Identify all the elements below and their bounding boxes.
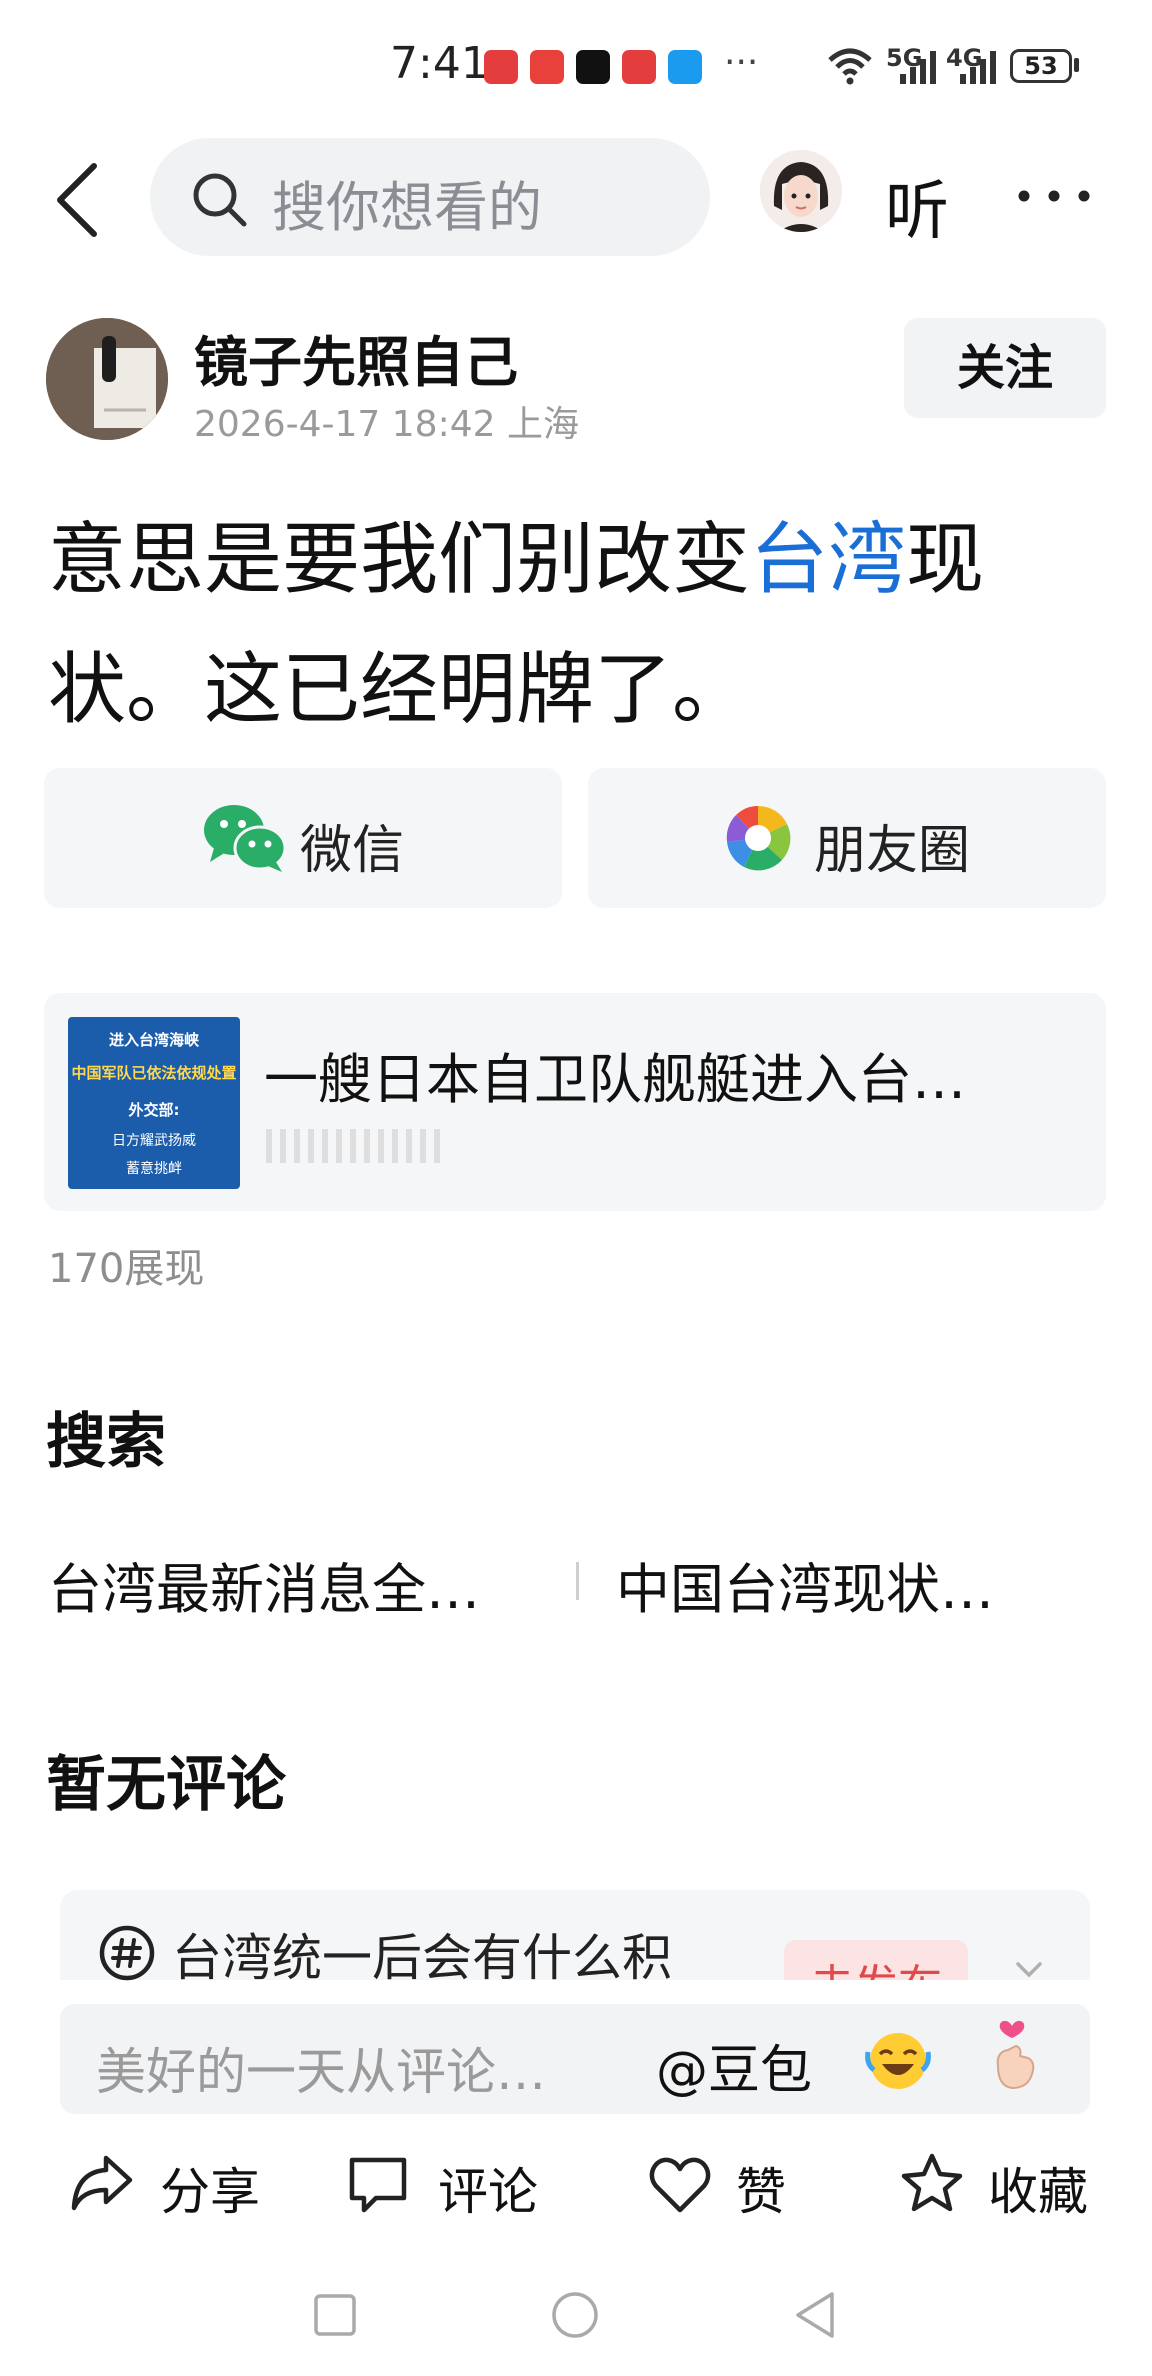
moments-icon — [726, 805, 791, 871]
linked-article-title: 一艘日本自卫队舰艇进入台… — [264, 1048, 966, 1111]
thumb-line-4: 日方耀武扬威 — [112, 1133, 196, 1149]
publish-button[interactable]: 去发布 — [784, 1940, 968, 1980]
comments-section-title: 暂无评论 — [46, 1750, 286, 1820]
signal-5g-icon — [900, 51, 936, 84]
recent-apps-icon[interactable] — [312, 2292, 358, 2338]
home-icon[interactable] — [550, 2290, 600, 2340]
listen-button[interactable]: 听 — [885, 160, 949, 252]
back-arrow-icon[interactable] — [52, 160, 102, 240]
hashtag-icon — [99, 1925, 155, 1981]
search-icon — [193, 173, 247, 227]
share-wechat-button[interactable]: 微信 — [44, 768, 562, 908]
hashtag-link[interactable]: 台湾 — [750, 515, 906, 605]
author-avatar[interactable] — [46, 318, 168, 440]
suggestion-divider — [576, 1562, 579, 1600]
wechat-icon — [204, 805, 287, 872]
toutiao-app-icon — [530, 50, 564, 84]
post-meta: 2026-4-17 18:42 上海 — [194, 404, 579, 445]
heart-icon — [649, 2157, 711, 2213]
share-action[interactable]: 分享 — [68, 2144, 268, 2234]
article-thumbnail: 进入台湾海峡 中国军队已依法依规处置 外交部: 日方耀武扬威 蓄意挑衅 — [68, 1017, 240, 1189]
status-time: 7:41 — [390, 38, 489, 89]
search-suggestion-2[interactable]: 中国台湾现状… — [616, 1545, 994, 1624]
status-bar: 7:41 ··· 5G 4G 53 — [0, 0, 1152, 130]
publish-label: 去发布 — [784, 1950, 968, 1980]
favorite-action[interactable]: 收藏 — [900, 2144, 1100, 2234]
star-icon — [901, 2153, 963, 2212]
share-moments-button[interactable]: 朋友圈 — [588, 768, 1106, 908]
post-text-start: 意思是要我们别改变 — [48, 515, 751, 605]
tiktok-app-icon — [576, 50, 610, 84]
thumb-line-5: 蓄意挑衅 — [126, 1161, 182, 1177]
author-name[interactable]: 镜子先照自己 — [194, 318, 518, 397]
more-notifications-icon: ··· — [724, 42, 759, 83]
like-label: 赞 — [736, 2163, 786, 2221]
trending-topic-text: 台湾统一后会有什么积 — [172, 1929, 672, 1987]
view-count: 170展现 — [48, 1246, 205, 1292]
thumb-line-1: 进入台湾海峡 — [108, 1031, 199, 1049]
comment-icon — [349, 2157, 407, 2213]
finger-heart-emoji-icon[interactable] — [984, 2014, 1044, 2094]
huawei-store-icon — [622, 50, 656, 84]
like-action[interactable]: 赞 — [648, 2144, 808, 2234]
search-section-title: 搜索 — [46, 1407, 166, 1477]
signal-4g-icon — [960, 51, 996, 84]
comment-label: 评论 — [438, 2163, 538, 2221]
thumb-line-2: 中国军队已依法依规处置 — [71, 1064, 237, 1082]
laughing-emoji-icon[interactable] — [864, 2030, 932, 2092]
comment-action[interactable]: 评论 — [346, 2144, 546, 2234]
share-moments-label: 朋友圈 — [814, 821, 971, 881]
back-nav-icon[interactable] — [792, 2290, 838, 2340]
mention-doubao-button[interactable]: @豆包 — [656, 2028, 812, 2103]
follow-button[interactable]: 关注 — [904, 318, 1106, 418]
browser-app-icon — [668, 50, 702, 84]
share-wechat-label: 微信 — [300, 821, 405, 881]
search-input[interactable]: 搜你想看的 — [272, 163, 542, 242]
assistant-face-icon — [760, 150, 842, 232]
share-label: 分享 — [160, 2163, 260, 2221]
close-icon[interactable] — [1014, 1962, 1044, 1980]
favorite-label: 收藏 — [988, 2163, 1088, 2221]
thumb-line-3: 外交部: — [128, 1101, 180, 1119]
more-options-icon[interactable] — [1014, 186, 1094, 206]
battery-indicator: 53 — [1010, 49, 1072, 83]
wifi-icon — [828, 48, 872, 85]
comment-input[interactable]: 美好的一天从评论… — [96, 2032, 546, 2104]
assistant-avatar[interactable] — [760, 150, 842, 232]
battery-tip — [1074, 58, 1079, 72]
huawei-app-icon — [484, 50, 518, 84]
post-body: 意思是要我们别改变台湾现状。这已经明牌了。 — [48, 495, 1108, 755]
share-icon — [71, 2155, 133, 2211]
linked-article-source-blurred — [266, 1129, 444, 1163]
search-suggestion-1[interactable]: 台湾最新消息全… — [48, 1545, 480, 1624]
linked-article-card[interactable]: 进入台湾海峡 中国军队已依法依规处置 外交部: 日方耀武扬威 蓄意挑衅 一艘日本… — [44, 993, 1106, 1211]
author-avatar-image — [46, 318, 168, 440]
